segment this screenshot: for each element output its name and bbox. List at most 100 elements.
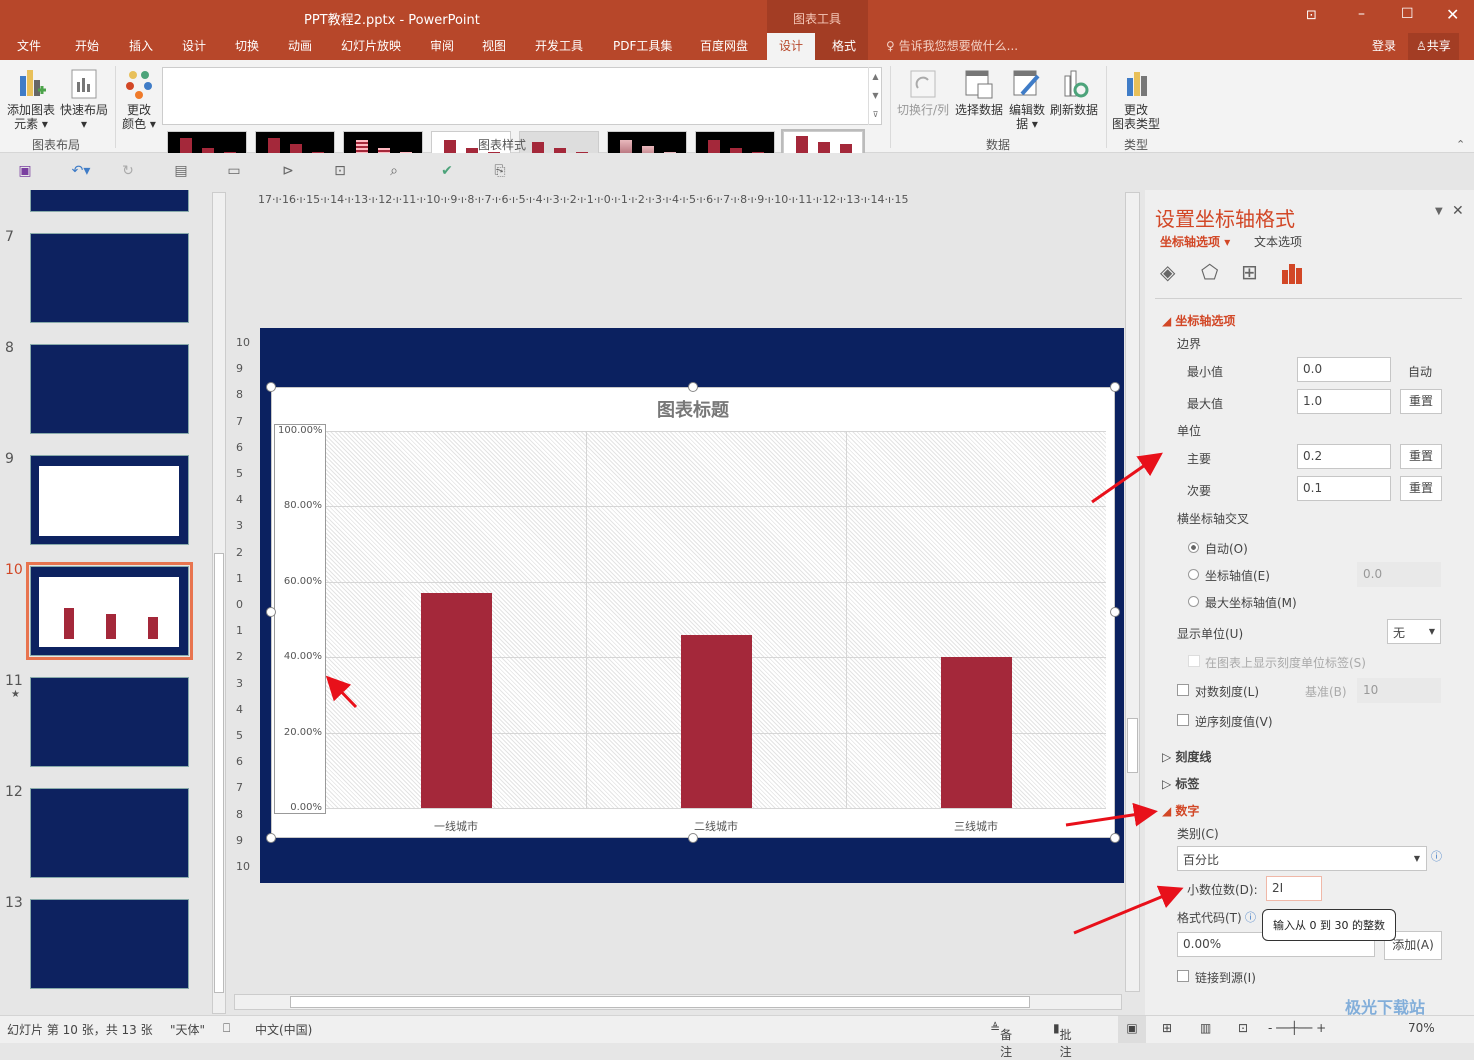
pane-close-icon[interactable]: ✕: [1452, 203, 1464, 219]
check-icon[interactable]: ✔: [439, 163, 455, 179]
chart[interactable]: 图表标题 0.00% 20.00% 40.00% 60.00% 80.00% 100.00…: [266, 382, 1120, 843]
slide-thumbnail-6[interactable]: [30, 190, 189, 212]
radio-auto[interactable]: [1188, 542, 1199, 553]
plot-area[interactable]: [326, 431, 1106, 809]
tab-text-options[interactable]: 文本选项: [1254, 233, 1302, 250]
gallery-scroll[interactable]: ▲ ▼ ⊽: [868, 67, 882, 125]
notes-button[interactable]: ≜ 备注: [990, 1021, 1012, 1059]
tab-review[interactable]: 审阅: [430, 37, 454, 54]
axis-options-icon[interactable]: [1281, 262, 1303, 284]
section-number[interactable]: ◢ 数字: [1162, 802, 1199, 819]
bar-二线城市[interactable]: [681, 634, 752, 808]
normal-view-icon[interactable]: ▣: [1118, 1016, 1146, 1043]
close-button[interactable]: ✕: [1446, 5, 1459, 24]
tell-me-search[interactable]: ♀ 告诉我您想要做什么...: [886, 37, 1018, 54]
resize-handle[interactable]: [688, 833, 698, 843]
zoom-level[interactable]: 70%: [1408, 1021, 1435, 1035]
size-properties-icon[interactable]: ⊞: [1241, 260, 1258, 284]
tab-animations[interactable]: 动画: [288, 37, 312, 54]
maximize-button[interactable]: ☐: [1401, 6, 1414, 22]
tab-file[interactable]: 文件: [17, 37, 41, 54]
print-preview-icon[interactable]: ⌕: [386, 163, 402, 179]
display-units-select[interactable]: 无 ▼: [1387, 619, 1441, 644]
save-icon[interactable]: ▣: [17, 163, 33, 179]
scroll-thumb[interactable]: [214, 553, 224, 993]
resize-handle[interactable]: [1110, 382, 1120, 392]
resize-handle[interactable]: [266, 382, 276, 392]
slide-thumbnail-9[interactable]: [30, 455, 189, 545]
tab-developer[interactable]: 开发工具: [535, 37, 583, 54]
pane-options-icon[interactable]: ▼: [1435, 206, 1443, 217]
tab-chart-format[interactable]: 格式: [832, 37, 856, 54]
major-input[interactable]: 0.2: [1297, 444, 1391, 469]
fill-line-icon[interactable]: ◈: [1160, 260, 1175, 284]
info-icon[interactable]: ⓘ: [1245, 909, 1256, 925]
base-input[interactable]: 10: [1357, 678, 1441, 703]
slideshow-icon[interactable]: ⊡: [1238, 1021, 1248, 1035]
add-chart-element-button[interactable]: 添加图表 元素 ▾: [4, 68, 58, 131]
language[interactable]: 中文(中国): [255, 1021, 312, 1038]
tab-home[interactable]: 开始: [75, 37, 99, 54]
canvas-vertical-scrollbar[interactable]: [1125, 192, 1140, 992]
vertical-axis-selection[interactable]: [274, 424, 326, 814]
scroll-thumb[interactable]: [290, 996, 1030, 1008]
slide-sorter-icon[interactable]: ⊞: [1162, 1021, 1172, 1035]
select-data-button[interactable]: 选择数据: [954, 68, 1004, 117]
resize-handle[interactable]: [688, 382, 698, 392]
slides-scrollbar[interactable]: [212, 192, 226, 1014]
tab-design[interactable]: 设计: [182, 37, 206, 54]
edit-data-button[interactable]: 编辑数据 ▾: [1006, 68, 1048, 131]
text-box-icon[interactable]: ▭: [226, 163, 242, 179]
reverse-checkbox[interactable]: [1177, 714, 1189, 726]
tab-view[interactable]: 视图: [482, 37, 506, 54]
play-icon[interactable]: ⊳: [280, 163, 296, 179]
max-input[interactable]: 1.0: [1297, 389, 1391, 414]
tab-transitions[interactable]: 切换: [235, 37, 259, 54]
slide-thumbnail-13[interactable]: [30, 899, 189, 989]
effects-icon[interactable]: ⬠: [1201, 260, 1218, 284]
undo-icon[interactable]: ↶▾: [66, 163, 96, 179]
reading-view-icon[interactable]: ▥: [1200, 1021, 1211, 1035]
change-chart-type-button[interactable]: 更改 图表类型: [1110, 68, 1162, 131]
category-select[interactable]: 百分比 ▼: [1177, 846, 1427, 871]
radio-axis-value[interactable]: [1188, 569, 1199, 580]
bar-一线城市[interactable]: [421, 593, 492, 808]
switch-row-column-button[interactable]: 切换行/列: [895, 68, 951, 117]
section-tick-marks[interactable]: ▷ 刻度线: [1162, 748, 1211, 765]
resize-handle[interactable]: [266, 833, 276, 843]
slide-thumbnail-10[interactable]: [26, 562, 193, 660]
comments-button[interactable]: ▮ 批注: [1053, 1021, 1072, 1059]
change-colors-button[interactable]: 更改 颜色 ▾: [120, 68, 158, 131]
minor-reset-button[interactable]: 重置: [1400, 476, 1442, 501]
tab-baidu[interactable]: 百度网盘: [700, 37, 748, 54]
tab-slideshow[interactable]: 幻灯片放映: [341, 37, 401, 54]
refresh-data-button[interactable]: 刷新数据: [1048, 68, 1100, 117]
collapse-ribbon-icon[interactable]: ⌃: [1456, 138, 1465, 151]
share-button[interactable]: ♙共享: [1408, 33, 1459, 60]
tab-axis-options[interactable]: 坐标轴选项 ▾: [1160, 233, 1230, 250]
bar-三线城市[interactable]: [941, 657, 1012, 808]
ribbon-display-icon[interactable]: ⊡: [1306, 8, 1317, 23]
section-labels[interactable]: ▷ 标签: [1162, 775, 1199, 792]
max-reset-button[interactable]: 重置: [1400, 389, 1442, 414]
min-input[interactable]: 0.0: [1297, 357, 1391, 382]
radio-max-axis[interactable]: [1188, 596, 1199, 607]
decimals-input[interactable]: 2I: [1266, 876, 1322, 901]
tab-chart-design[interactable]: 设计: [767, 33, 816, 60]
canvas-horizontal-scrollbar[interactable]: [234, 994, 1122, 1010]
quick-layout-button[interactable]: 快速布局 ▾: [58, 68, 110, 131]
login-link[interactable]: 登录: [1372, 37, 1396, 54]
link-icon[interactable]: ⎘: [492, 163, 508, 179]
log-scale-checkbox[interactable]: [1177, 684, 1189, 696]
zoom-slider[interactable]: - ──┼── +: [1268, 1021, 1326, 1035]
slide-thumbnail-8[interactable]: [30, 344, 189, 434]
slide-thumbnail-7[interactable]: [30, 233, 189, 323]
link-source-checkbox[interactable]: [1177, 970, 1189, 982]
chart-title[interactable]: 图表标题: [272, 396, 1114, 422]
resize-handle[interactable]: [1110, 833, 1120, 843]
presenter-icon[interactable]: ⊡: [332, 163, 348, 179]
from-beginning-icon[interactable]: ▤: [173, 163, 189, 179]
scroll-thumb[interactable]: [1127, 718, 1138, 773]
major-reset-button[interactable]: 重置: [1400, 444, 1442, 469]
section-axis-options[interactable]: ◢ 坐标轴选项: [1162, 312, 1235, 329]
